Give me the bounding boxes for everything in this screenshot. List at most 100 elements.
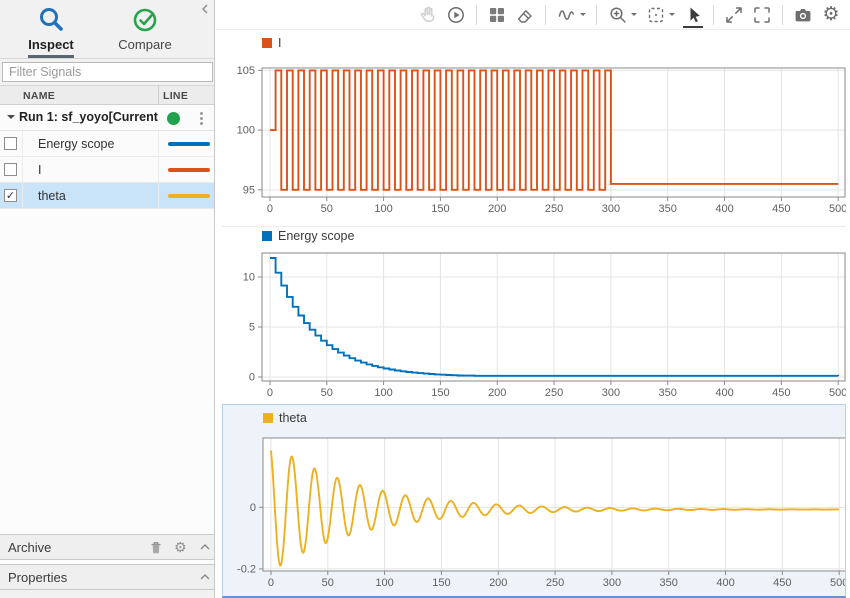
mode-tabs: Inspect Compare: [0, 0, 214, 59]
signal-row-theta[interactable]: theta: [0, 183, 214, 209]
run-label: Run 1: sf_yoyo[Current: [19, 110, 161, 124]
y-tick-label: -0.2: [237, 563, 256, 575]
legend-label: I: [278, 36, 281, 50]
plot-energy-scope[interactable]: 0501001502002503003504004505000510Energy…: [222, 226, 846, 404]
replay-play-icon: [446, 5, 466, 25]
archive-bar[interactable]: Archive ⚙: [0, 534, 214, 560]
grid-layout-icon: [487, 5, 507, 25]
trash-icon[interactable]: [148, 540, 164, 561]
table-header: NAME LINE: [0, 85, 214, 105]
x-tick-label: 250: [545, 203, 563, 215]
x-tick-label: 150: [431, 387, 449, 399]
y-tick-label: 0: [249, 372, 255, 384]
zoom-in-magnifier-icon: [608, 5, 628, 25]
y-tick-label: 10: [243, 272, 255, 284]
x-tick-label: 450: [773, 577, 791, 589]
x-tick-label: 400: [715, 387, 733, 399]
signal-checkbox[interactable]: [4, 137, 17, 150]
x-tick-label: 500: [829, 387, 846, 399]
x-tick-label: 500: [830, 577, 845, 589]
signals-menu-button[interactable]: [553, 2, 589, 28]
x-tick-label: 200: [489, 577, 507, 589]
signal-line-swatch: [168, 142, 210, 146]
clear-plots-button[interactable]: [512, 2, 538, 28]
fit-to-view-button[interactable]: [642, 2, 678, 28]
replay-button[interactable]: [443, 2, 469, 28]
run-status-dot: [167, 112, 180, 125]
tab-inspect-label: Inspect: [28, 37, 74, 58]
legend-swatch: [262, 38, 272, 48]
signal-checkbox[interactable]: [4, 189, 17, 202]
y-tick-label: 105: [237, 65, 255, 77]
tab-compare[interactable]: Compare: [102, 4, 188, 55]
dropdown-caret-icon: [631, 13, 637, 19]
archive-collapse-chevron-icon[interactable]: [198, 540, 212, 559]
x-tick-label: 350: [659, 203, 677, 215]
tab-inspect[interactable]: Inspect: [8, 4, 94, 58]
signal-row-i[interactable]: I: [0, 157, 214, 183]
x-tick-label: 300: [602, 203, 620, 215]
y-tick-label: 0: [250, 502, 256, 514]
column-line: LINE: [163, 90, 188, 102]
subplot-layout-button[interactable]: [484, 2, 510, 28]
cursor-arrow-icon: [683, 5, 703, 25]
compare-check-icon: [102, 4, 188, 36]
eraser-icon: [515, 5, 535, 25]
filter-row: [0, 59, 214, 85]
properties-collapse-chevron-icon[interactable]: [198, 570, 212, 589]
signal-list-empty-area: [0, 209, 214, 534]
x-tick-label: 50: [321, 203, 333, 215]
plot-i[interactable]: 05010015020025030035040045050095100105I: [222, 30, 846, 226]
snapshot-button[interactable]: [790, 2, 816, 28]
x-tick-label: 200: [488, 387, 506, 399]
signal-name: I: [38, 163, 41, 177]
signal-line-swatch: [168, 168, 210, 172]
signal-row-energy-scope[interactable]: Energy scope: [0, 131, 214, 157]
signal-checkbox[interactable]: [4, 163, 17, 176]
pointer-tool-button[interactable]: [680, 2, 706, 28]
chart-canvas: 050100150200250300350400450500-0.20theta: [223, 405, 845, 596]
dropdown-caret-icon: [580, 13, 586, 19]
x-tick-label: 100: [374, 387, 392, 399]
pan-hand-button[interactable]: [415, 2, 441, 28]
signal-name: Energy scope: [38, 137, 114, 151]
x-tick-label: 50: [321, 387, 333, 399]
fit-to-view-icon: [646, 5, 666, 25]
x-tick-label: 50: [322, 577, 334, 589]
x-tick-label: 250: [546, 577, 564, 589]
x-tick-label: 400: [715, 203, 733, 215]
hand-icon: [418, 5, 438, 25]
signal-name: theta: [38, 189, 66, 203]
run-row[interactable]: Run 1: sf_yoyo[Current: [0, 105, 214, 131]
plot-theta[interactable]: 050100150200250300350400450500-0.20theta: [222, 404, 846, 598]
inspect-magnifier-icon: [8, 4, 94, 36]
x-tick-label: 450: [772, 203, 790, 215]
x-tick-label: 450: [772, 387, 790, 399]
zoom-in-button[interactable]: [604, 2, 640, 28]
fullscreen-brackets-icon: [752, 5, 772, 25]
signal-line-swatch: [168, 194, 210, 198]
run-expand-triangle-icon[interactable]: [7, 115, 15, 123]
archive-gear-icon[interactable]: ⚙: [174, 541, 187, 555]
x-tick-label: 300: [603, 577, 621, 589]
y-tick-label: 100: [237, 125, 255, 137]
x-tick-label: 250: [545, 387, 563, 399]
gear-icon: ⚙: [822, 5, 839, 24]
filter-signals-input[interactable]: [2, 62, 213, 82]
y-tick-label: 5: [249, 322, 255, 334]
plot-area: ⚙ 05010015020025030035040045050095100105…: [216, 0, 850, 598]
collapse-panel-icon[interactable]: [199, 2, 211, 20]
legend-swatch: [263, 413, 273, 423]
properties-bar[interactable]: Properties: [0, 564, 214, 590]
fullscreen-button[interactable]: [749, 2, 775, 28]
x-tick-label: 150: [432, 577, 450, 589]
x-tick-label: 0: [268, 577, 274, 589]
expand-plot-button[interactable]: [721, 2, 747, 28]
run-menu-kebab-icon[interactable]: [200, 117, 203, 120]
chart-canvas: 0501001502002503003504004505000510Energy…: [222, 227, 846, 404]
archive-label: Archive: [8, 540, 51, 555]
legend-label: Energy scope: [278, 229, 354, 243]
chart-canvas: 05010015020025030035040045050095100105I: [222, 30, 846, 226]
settings-button[interactable]: ⚙: [818, 2, 844, 28]
x-tick-label: 400: [716, 577, 734, 589]
